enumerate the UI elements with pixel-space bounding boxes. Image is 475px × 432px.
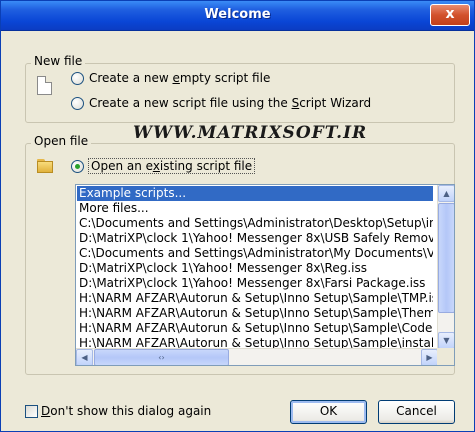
vertical-scroll-thumb[interactable] [438, 203, 454, 313]
folder-icon [37, 157, 53, 173]
scroll-right-button[interactable]: ▶ [421, 349, 438, 365]
horizontal-scrollbar[interactable]: ◀ ‹› ▶ [76, 348, 438, 365]
ok-button[interactable]: OK [290, 400, 367, 424]
list-item[interactable]: D:\MatriXP\clock 1\Yahoo! Messenger 8x\U… [77, 231, 433, 246]
create-empty-script-radio[interactable] [71, 72, 84, 85]
list-item[interactable]: Example scripts... [77, 186, 433, 201]
open-existing-script-label[interactable]: Open an existing script file [88, 158, 256, 174]
list-item[interactable]: D:\MatriXP\clock 1\Yahoo! Messenger 8x\F… [77, 276, 433, 291]
cancel-button[interactable]: Cancel [378, 400, 455, 424]
scrollbar-corner [437, 348, 454, 365]
dont-show-label[interactable]: Don't show this dialog again [41, 404, 211, 418]
watermark: WWW.MATRIXSOFT.IR [133, 123, 368, 143]
list-item[interactable]: C:\Documents and Settings\Administrator\… [77, 216, 433, 231]
create-empty-script-label[interactable]: Create a new empty script file [89, 71, 270, 85]
create-wizard-script-radio[interactable] [71, 97, 84, 110]
vertical-scrollbar[interactable]: ▲ ▼ [437, 185, 454, 349]
horizontal-scroll-thumb[interactable]: ‹› [94, 349, 229, 365]
close-button[interactable]: x [430, 4, 470, 26]
new-file-group-label: New file [31, 54, 86, 68]
scroll-up-button[interactable]: ▲ [438, 185, 454, 202]
list-item[interactable]: D:\MatriXP\clock 1\Yahoo! Messenger 8x\R… [77, 261, 433, 276]
scroll-down-button[interactable]: ▼ [438, 332, 454, 349]
new-document-icon [37, 76, 52, 95]
open-existing-script-radio[interactable] [71, 160, 84, 173]
create-wizard-script-label[interactable]: Create a new script file using the Scrip… [89, 96, 371, 110]
window-title: Welcome [204, 7, 271, 22]
list-item[interactable]: More files... [77, 201, 433, 216]
dont-show-checkbox[interactable] [25, 405, 38, 418]
list-item[interactable]: C:\Documents and Settings\Administrator\… [77, 246, 433, 261]
list-item[interactable]: H:\NARM AFZAR\Autorun & Setup\Inno Setup… [77, 321, 433, 336]
recent-files-list[interactable]: Example scripts... More files... C:\Docu… [75, 184, 455, 366]
list-item[interactable]: H:\NARM AFZAR\Autorun & Setup\Inno Setup… [77, 306, 433, 321]
open-file-group-label: Open file [31, 134, 92, 148]
scroll-left-button[interactable]: ◀ [76, 349, 93, 365]
list-item[interactable]: H:\NARM AFZAR\Autorun & Setup\Inno Setup… [77, 291, 433, 306]
welcome-dialog: Welcome x New file Create a new empty sc… [0, 0, 475, 432]
title-bar[interactable]: Welcome x [1, 1, 474, 31]
